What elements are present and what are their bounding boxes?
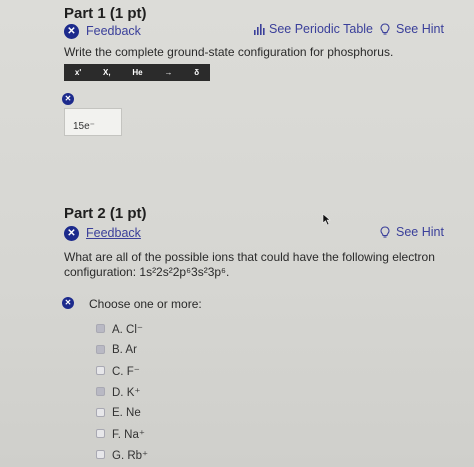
answer-incorrect-icon: ✕	[62, 93, 74, 105]
part2-lightbulb-icon	[380, 225, 390, 238]
option-c[interactable]: C. F⁻	[96, 360, 148, 381]
option-c-checkbox[interactable]	[96, 366, 105, 375]
electron-configuration: 1s²2s²2p⁶3s²3p⁶.	[139, 265, 230, 279]
option-b-label: B. Ar	[112, 343, 137, 356]
subscript-button[interactable]: X,	[99, 68, 115, 77]
part1-see-hint-link[interactable]: See Hint	[380, 22, 444, 36]
superscript-button[interactable]: x'	[71, 68, 85, 77]
lightbulb-icon	[380, 22, 390, 35]
option-e-label: E. Ne	[112, 406, 141, 419]
option-a[interactable]: A. Cl⁻	[96, 318, 148, 339]
option-f-label: F. Na⁺	[112, 428, 145, 441]
see-periodic-table-label: See Periodic Table	[269, 22, 374, 36]
option-b-checkbox[interactable]	[96, 345, 105, 354]
delta-button[interactable]: δ	[190, 68, 203, 77]
option-d-checkbox[interactable]	[96, 387, 105, 396]
part2-see-hint-label: See Hint	[396, 225, 444, 239]
options-list: A. Cl⁻ B. Ar C. F⁻ D. K⁺ E. Ne F. Na⁺ G.…	[96, 318, 148, 465]
choose-label: Choose one or more:	[89, 297, 202, 311]
option-d-label: D. K⁺	[112, 386, 141, 399]
option-d[interactable]: D. K⁺	[96, 381, 148, 402]
option-c-label: C. F⁻	[112, 365, 140, 378]
page: Part 1 (1 pt) ✕ Feedback See Periodic Ta…	[0, 0, 474, 467]
choices-incorrect-icon: ✕	[62, 297, 74, 309]
arrow-button[interactable]: →	[160, 68, 176, 77]
part2-question-prefix: configuration:	[64, 265, 140, 279]
option-g-label: G. Rb⁺	[112, 449, 149, 462]
part2-feedback-link[interactable]: Feedback	[86, 226, 141, 240]
part1-feedback-link[interactable]: Feedback	[86, 24, 141, 38]
bar-chart-icon	[254, 23, 265, 35]
option-g[interactable]: G. Rb⁺	[96, 444, 148, 465]
option-b[interactable]: B. Ar	[96, 339, 148, 360]
part1-answer-field[interactable]: 15e⁻	[64, 108, 122, 136]
part2-question-line2: configuration: 1s²2s²2p⁶3s²3p⁶.	[64, 265, 469, 280]
option-f-checkbox[interactable]	[96, 429, 105, 438]
see-periodic-table-link[interactable]: See Periodic Table	[254, 22, 373, 36]
part2-x-circle-icon: ✕	[64, 226, 79, 241]
part1-answer-value: 15e⁻	[73, 121, 95, 132]
noble-gas-button[interactable]: He	[128, 68, 146, 77]
option-f[interactable]: F. Na⁺	[96, 423, 148, 444]
option-e-checkbox[interactable]	[96, 408, 105, 417]
formula-toolbar: x' X, He → δ	[64, 64, 210, 81]
x-circle-icon: ✕	[64, 24, 79, 39]
part2-question-line1: What are all of the possible ions that c…	[64, 250, 435, 264]
part1-title: Part 1 (1 pt)	[64, 5, 147, 22]
option-g-checkbox[interactable]	[96, 450, 105, 459]
part2-title: Part 2 (1 pt)	[64, 205, 147, 222]
part2-see-hint-link[interactable]: See Hint	[380, 225, 444, 239]
option-a-label: A. Cl⁻	[112, 323, 143, 336]
part1-see-hint-label: See Hint	[396, 22, 444, 36]
option-e[interactable]: E. Ne	[96, 402, 148, 423]
part2-question: What are all of the possible ions that c…	[64, 250, 469, 280]
part1-question: Write the complete ground-state configur…	[64, 45, 394, 59]
option-a-checkbox[interactable]	[96, 324, 105, 333]
mouse-cursor-icon	[322, 213, 331, 226]
